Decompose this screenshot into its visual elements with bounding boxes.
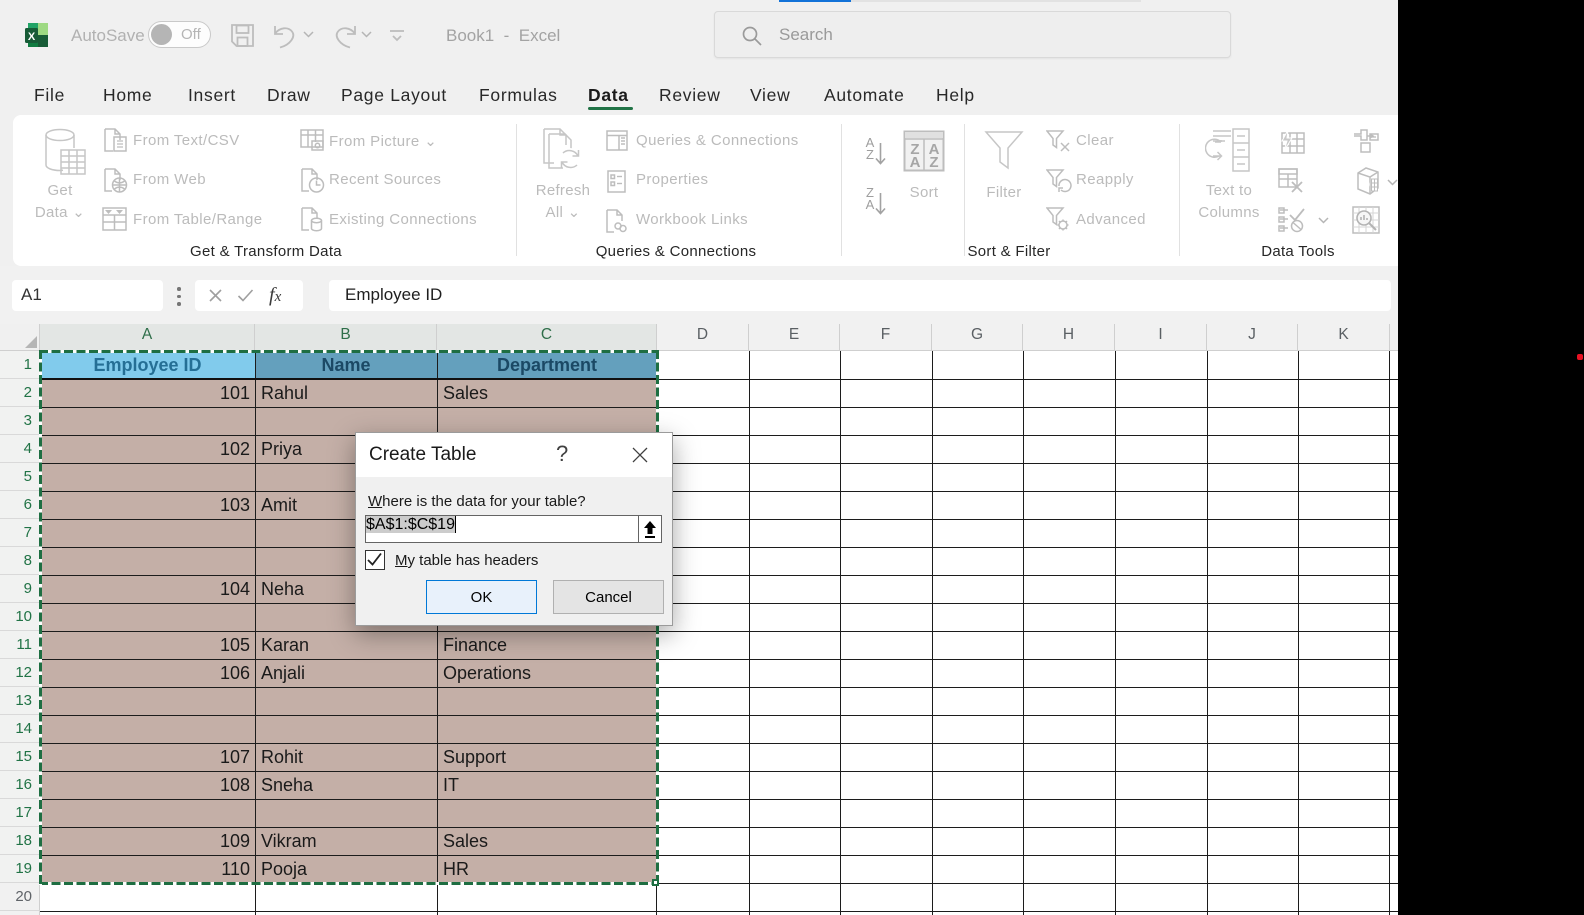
svg-text:A: A xyxy=(910,154,921,171)
svg-text:X: X xyxy=(28,31,36,43)
svg-text:Z: Z xyxy=(929,154,938,171)
